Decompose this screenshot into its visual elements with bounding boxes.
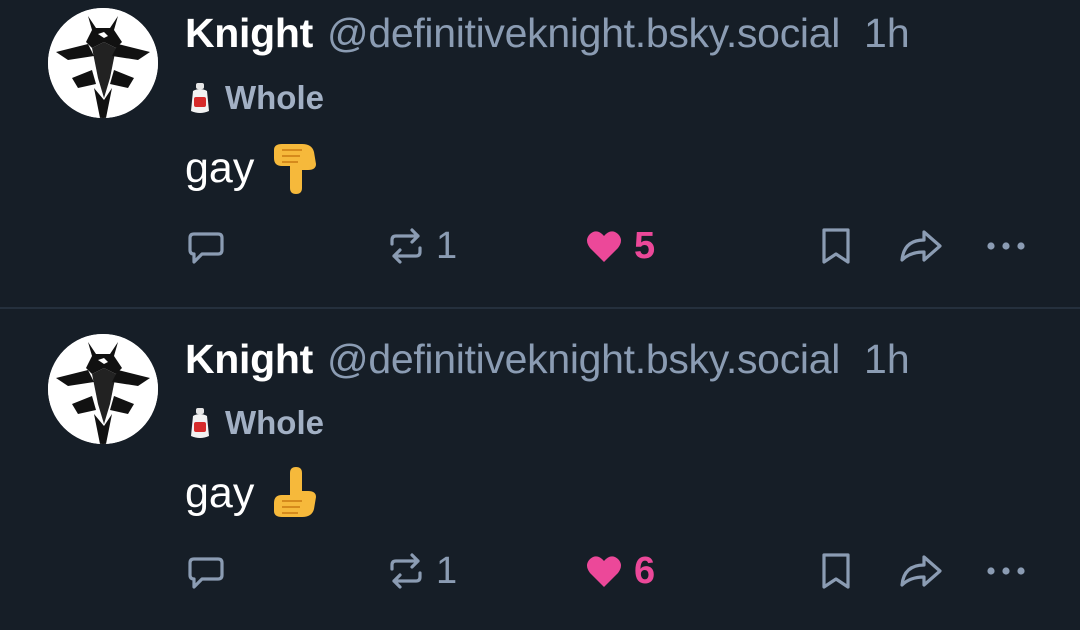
heart-icon: [587, 556, 621, 587]
more-dots-icon: [987, 567, 1025, 575]
feed: Knight @definitiveknight.bsky.social 1h …: [0, 0, 1080, 630]
post-text: gay: [185, 143, 255, 192]
bookmark-icon: [822, 228, 850, 264]
more-button[interactable]: [984, 218, 1028, 274]
repost-icon: [390, 553, 422, 589]
author-name[interactable]: Knight: [185, 336, 313, 383]
repost-button[interactable]: 1: [386, 543, 457, 599]
bottle-icon: [191, 408, 209, 438]
post-time[interactable]: 1h: [864, 10, 910, 57]
share-button[interactable]: [898, 543, 944, 599]
avatar[interactable]: [48, 334, 158, 444]
repost-icon: [390, 228, 422, 264]
author-name[interactable]: Knight: [185, 10, 313, 57]
author-handle[interactable]: @definitiveknight.bsky.social: [327, 10, 840, 57]
post[interactable]: Knight @definitiveknight.bsky.social 1h …: [0, 309, 1080, 623]
knight-avatar-icon: [48, 334, 158, 444]
post-text: gay: [185, 468, 255, 517]
reply-button[interactable]: [186, 543, 226, 599]
post-actions: 1 5: [0, 218, 1080, 274]
like-count: 5: [634, 224, 656, 267]
share-button[interactable]: [898, 218, 944, 274]
knight-avatar-icon: [48, 8, 158, 118]
post-time[interactable]: 1h: [864, 336, 910, 383]
tag-label: Whole: [225, 79, 324, 116]
more-button[interactable]: [984, 543, 1028, 599]
reply-button[interactable]: [186, 218, 226, 274]
share-icon: [900, 230, 942, 262]
tag-label: Whole: [225, 404, 324, 441]
like-count: 6: [634, 549, 656, 592]
speech-bubble-icon: [188, 232, 224, 264]
heart-icon: [587, 231, 621, 262]
repost-count: 1: [436, 549, 458, 592]
author-handle[interactable]: @definitiveknight.bsky.social: [327, 336, 840, 383]
repost-button[interactable]: 1: [386, 218, 457, 274]
post[interactable]: Knight @definitiveknight.bsky.social 1h …: [0, 0, 1080, 314]
bottle-icon: [191, 83, 209, 113]
more-dots-icon: [987, 242, 1025, 250]
repost-count: 1: [436, 224, 458, 267]
post-header: Knight @definitiveknight.bsky.social 1h: [185, 10, 1065, 60]
bookmark-icon: [822, 553, 850, 589]
pointing-up-emoji-icon: [274, 467, 317, 517]
bookmark-button[interactable]: [818, 218, 854, 274]
post-text-row: gay: [185, 138, 324, 198]
bookmark-button[interactable]: [818, 543, 854, 599]
avatar[interactable]: [48, 8, 158, 118]
tag-label-row: Whole: [185, 78, 324, 118]
pointing-down-emoji-icon: [274, 144, 317, 194]
post-header: Knight @definitiveknight.bsky.social 1h: [185, 336, 1065, 386]
post-text-row: gay: [185, 463, 324, 523]
like-button[interactable]: 6: [584, 543, 655, 599]
tag-label-row: Whole: [185, 403, 324, 443]
post-actions: 1 6: [0, 543, 1080, 599]
speech-bubble-icon: [188, 557, 224, 589]
like-button[interactable]: 5: [584, 218, 655, 274]
share-icon: [900, 555, 942, 587]
